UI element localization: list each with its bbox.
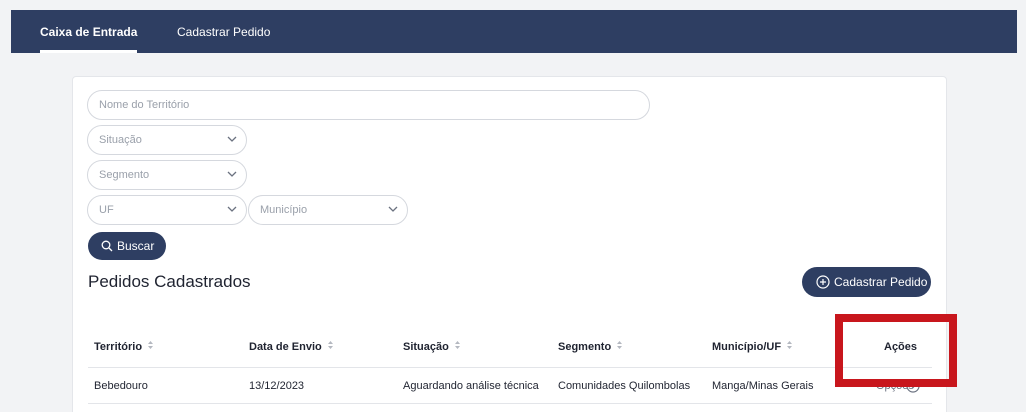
chevron-down-icon (227, 161, 237, 189)
header-label: Situação (403, 341, 449, 353)
sort-icon (786, 339, 793, 355)
tab-label: Caixa de Entrada (40, 25, 138, 39)
sort-icon (327, 339, 334, 355)
annotation-highlight-box (835, 314, 957, 387)
plus-circle-icon (816, 275, 830, 289)
tab-label: Cadastrar Pedido (177, 25, 271, 39)
active-tab-indicator (40, 50, 138, 53)
cell-situacao: Aguardando análise técnica (403, 380, 539, 392)
section-title: Pedidos Cadastrados (88, 272, 251, 291)
column-header-municipio-uf[interactable]: Município/UF (712, 339, 793, 355)
cell-territorio: Bebedouro (94, 380, 148, 392)
cell-municipio-uf: Manga/Minas Gerais (712, 380, 814, 392)
column-header-situacao[interactable]: Situação (403, 339, 461, 355)
header-label: Município/UF (712, 341, 782, 353)
cadastrar-pedido-button[interactable]: Cadastrar Pedido (802, 267, 931, 297)
tab-caixa-de-entrada[interactable]: Caixa de Entrada (40, 10, 138, 53)
column-header-data-de-envio[interactable]: Data de Envio (249, 339, 334, 355)
top-navbar: Caixa de Entrada Cadastrar Pedido (11, 10, 1017, 53)
sort-icon (454, 339, 461, 355)
situacao-select[interactable]: Situação (87, 125, 247, 155)
column-header-segmento[interactable]: Segmento (558, 339, 623, 355)
sort-icon (147, 339, 154, 355)
territorio-search-input[interactable]: Nome do Território (87, 90, 650, 120)
tab-cadastrar-pedido[interactable]: Cadastrar Pedido (177, 10, 270, 53)
header-label: Segmento (558, 341, 612, 353)
chevron-down-icon (388, 196, 398, 224)
municipio-select[interactable]: Município (248, 195, 408, 225)
cadastrar-pedido-label: Cadastrar Pedido (834, 275, 928, 289)
municipio-placeholder: Município (260, 204, 308, 216)
territorio-placeholder: Nome do Território (99, 99, 190, 111)
uf-select[interactable]: UF (87, 195, 247, 225)
sort-icon (616, 339, 623, 355)
segmento-placeholder: Segmento (99, 169, 150, 181)
chevron-down-icon (227, 126, 237, 154)
column-header-territorio[interactable]: Território (94, 339, 154, 355)
cell-data-envio: 13/12/2023 (249, 380, 305, 392)
chevron-down-icon (227, 196, 237, 224)
situacao-placeholder: Situação (99, 134, 142, 146)
table-row-divider (88, 403, 932, 404)
segmento-select[interactable]: Segmento (87, 160, 247, 190)
cell-segmento: Comunidades Quilombolas (558, 380, 691, 392)
table-header-divider (88, 367, 932, 368)
header-label: Território (94, 341, 143, 353)
search-button[interactable]: Buscar (88, 232, 166, 260)
uf-placeholder: UF (99, 204, 114, 216)
search-icon (101, 240, 113, 252)
header-label: Data de Envio (249, 341, 322, 353)
search-button-label: Buscar (117, 239, 155, 253)
